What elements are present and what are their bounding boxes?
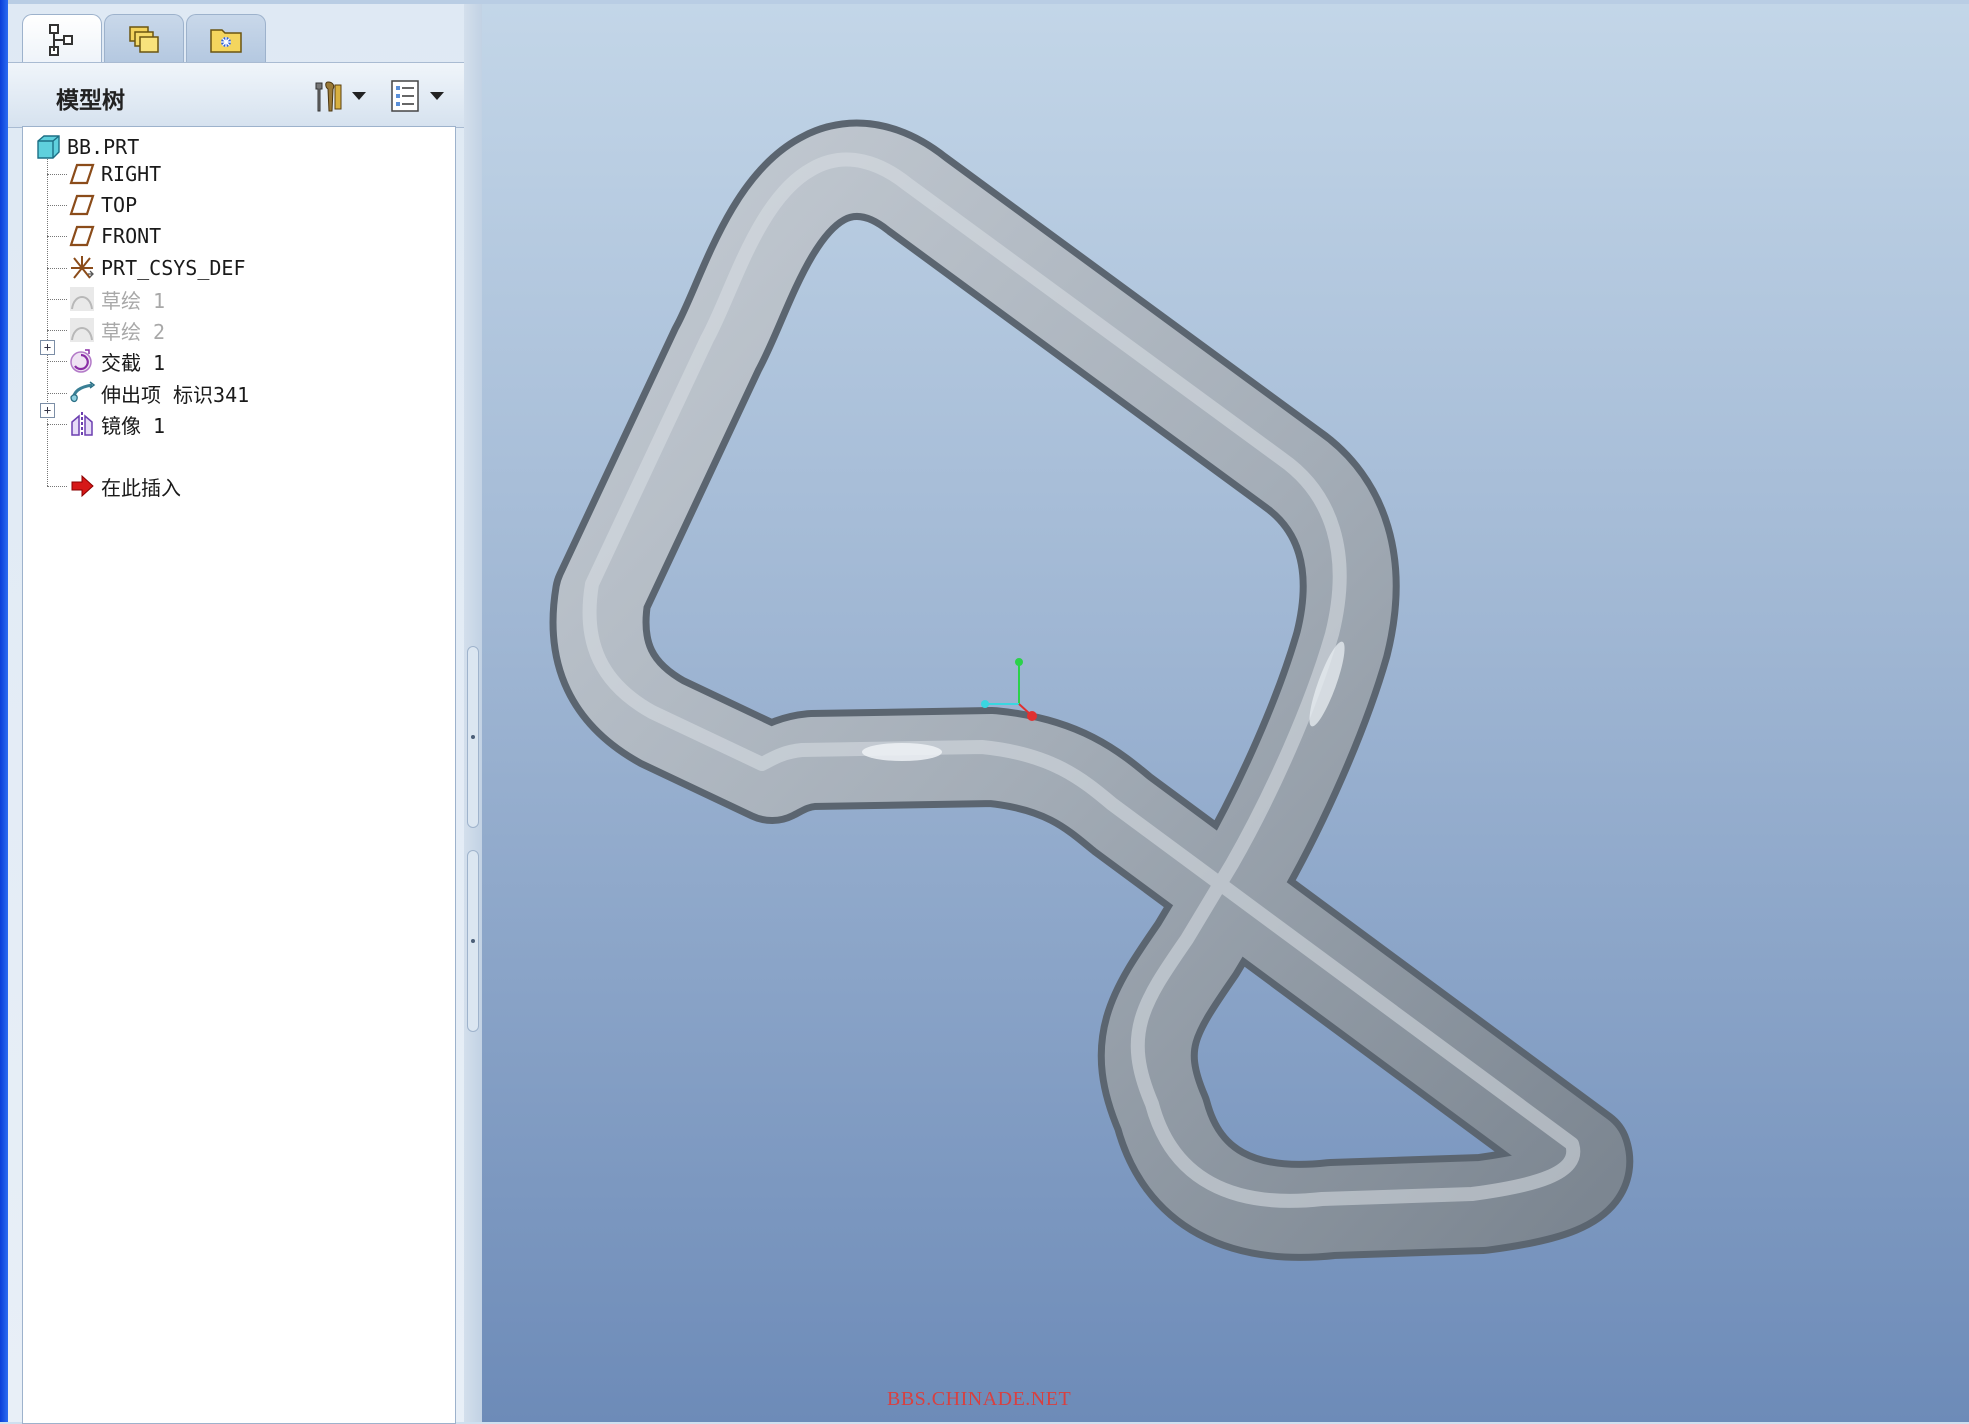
tree-connector: [47, 299, 67, 300]
tree-item-intersect-1[interactable]: 交截 1: [67, 346, 165, 376]
chevron-down-icon: [352, 92, 366, 100]
tree-connector: [47, 486, 67, 487]
folder-browser-tab[interactable]: [104, 14, 184, 63]
splitter-handle[interactable]: [467, 850, 479, 1032]
tree-item-csys[interactable]: PRT_CSYS_DEF: [67, 253, 246, 283]
tree-item-label: RIGHT: [101, 162, 162, 186]
tree-show-button[interactable]: [386, 75, 444, 117]
tree-item-label: BB.PRT: [67, 135, 140, 159]
tools-icon: [315, 81, 342, 112]
intersect-icon: [67, 346, 97, 376]
tree-connector: [47, 174, 67, 175]
tree-item-label: 镜像 1: [101, 413, 166, 438]
sketch-icon: [67, 315, 97, 345]
tree-connector: [47, 393, 67, 394]
specular-highlight: [862, 743, 942, 761]
tree-item-insert-here[interactable]: 在此插入: [67, 471, 181, 501]
datum-plane-icon: [67, 159, 97, 189]
model-tree[interactable]: BB.PRT RIGHT TOP FRONT PRT_CSYS_DEF 草绘 1…: [22, 126, 456, 1424]
tree-connector: [47, 361, 67, 362]
favorites-tab[interactable]: [186, 14, 266, 63]
navigator-panel: 模型树 BB.PRT RIGHT TOP FRONT PRT_CSYS_DEF …: [8, 4, 482, 1424]
tree-item-label: 交截 1: [101, 350, 166, 375]
expand-toggle[interactable]: +: [40, 340, 55, 355]
panel-splitter[interactable]: [464, 4, 482, 1422]
model-tree-title: 模型树: [56, 88, 125, 114]
graphics-viewport[interactable]: BBS.CHINADE.NET: [482, 4, 1969, 1422]
show-list-icon: [391, 80, 419, 112]
tree-item-label: FRONT: [101, 224, 162, 248]
coordinate-system-icon: [67, 253, 97, 283]
window-edge: [0, 0, 8, 1422]
tree-connector: [47, 268, 67, 269]
expand-toggle[interactable]: +: [40, 403, 55, 418]
model-tree-header: 模型树: [8, 62, 482, 128]
tree-item-label: TOP: [101, 193, 138, 217]
watermark: BBS.CHINADE.NET: [887, 1388, 1072, 1410]
tree-item-label: 伸出项 标识341: [101, 382, 250, 407]
tree-item-part[interactable]: BB.PRT: [33, 132, 139, 162]
tree-item-sketch-2[interactable]: 草绘 2: [67, 315, 165, 345]
datum-plane-icon: [67, 190, 97, 220]
tree-connector: [47, 205, 67, 206]
navigator-tabs: [8, 4, 482, 65]
tree-connector: [47, 330, 67, 331]
tree-item-label: PRT_CSYS_DEF: [101, 256, 246, 280]
mirror-icon: [67, 409, 97, 439]
tree-item-front-plane[interactable]: FRONT: [67, 221, 161, 251]
splitter-handle[interactable]: [467, 646, 479, 828]
sweep-protrusion-icon: [67, 378, 97, 408]
tree-item-label: 在此插入: [101, 475, 181, 500]
tree-item-protrusion[interactable]: 伸出项 标识341: [67, 378, 249, 408]
chevron-down-icon: [430, 92, 444, 100]
insert-here-arrow-icon: [67, 471, 97, 501]
splitter-grip: [471, 735, 475, 739]
model-tree-icon: [49, 24, 73, 56]
model-tree-tab[interactable]: [22, 14, 102, 65]
tree-connector: [47, 424, 67, 425]
tree-item-right-plane[interactable]: RIGHT: [67, 159, 161, 189]
sketch-icon: [67, 284, 97, 314]
tree-settings-button[interactable]: [308, 75, 366, 117]
favorites-folder-icon: [210, 29, 242, 53]
tree-connector: [47, 236, 67, 237]
splitter-grip: [471, 939, 475, 943]
datum-plane-icon: [67, 221, 97, 251]
model-render: [549, 119, 1633, 1261]
part-icon: [33, 132, 63, 162]
tree-item-sketch-1[interactable]: 草绘 1: [67, 284, 165, 314]
folders-icon: [129, 26, 159, 53]
tree-item-label: 草绘 2: [101, 319, 166, 344]
tree-item-mirror-1[interactable]: 镜像 1: [67, 409, 165, 439]
tree-item-label: 草绘 1: [101, 288, 166, 313]
tree-item-top-plane[interactable]: TOP: [67, 190, 137, 220]
